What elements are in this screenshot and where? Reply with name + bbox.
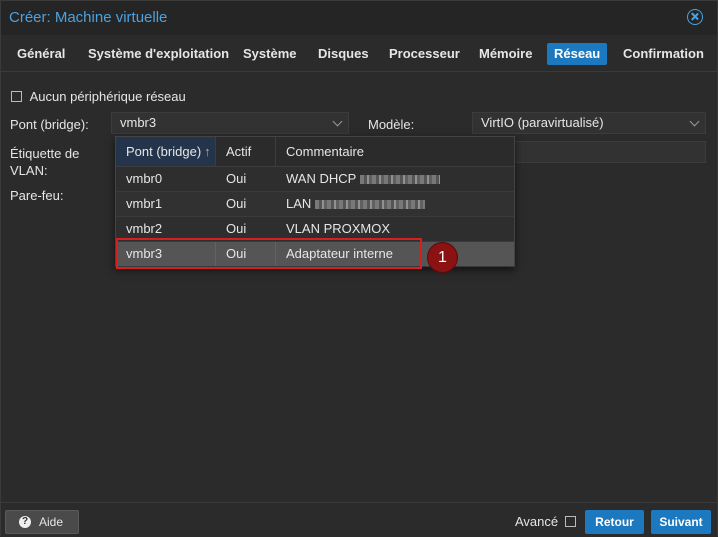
vlan-label-line1: Étiquette de bbox=[10, 146, 80, 161]
bridge-select[interactable]: vmbr3 bbox=[111, 112, 349, 134]
help-button[interactable]: ? Aide bbox=[5, 510, 79, 534]
bridge-cell: vmbr1 bbox=[126, 196, 163, 211]
next-button[interactable]: Suivant bbox=[651, 510, 711, 534]
no-network-label: Aucun périphérique réseau bbox=[29, 89, 186, 105]
create-vm-dialog: Créer: Machine virtuelle Général Système… bbox=[0, 0, 718, 537]
tab-os[interactable]: Système d'exploitation bbox=[81, 43, 236, 65]
chevron-down-icon[interactable] bbox=[689, 116, 700, 127]
dropdown-header: Pont (bridge) ↑ Actif Commentaire bbox=[116, 137, 514, 167]
close-icon[interactable] bbox=[687, 9, 703, 25]
redacted-text bbox=[315, 200, 426, 210]
table-row[interactable]: vmbr0 Oui WAN DHCP bbox=[116, 167, 514, 192]
tab-system[interactable]: Système bbox=[236, 43, 303, 65]
table-row[interactable]: vmbr1 Oui LAN bbox=[116, 192, 514, 217]
firewall-label: Pare-feu: bbox=[10, 188, 64, 203]
comment-cell: LAN bbox=[276, 192, 514, 216]
no-network-option[interactable]: Aucun périphérique réseau bbox=[11, 88, 186, 104]
title-bar: Créer: Machine virtuelle bbox=[1, 1, 717, 35]
question-icon: ? bbox=[19, 516, 31, 528]
vlan-label-line2: VLAN: bbox=[10, 163, 48, 178]
column-header-bridge-label: Pont (bridge) bbox=[126, 144, 202, 159]
no-network-checkbox[interactable] bbox=[11, 91, 22, 103]
advanced-checkbox[interactable] bbox=[564, 516, 576, 527]
back-button[interactable]: Retour bbox=[585, 510, 644, 534]
column-header-bridge[interactable]: Pont (bridge) ↑ bbox=[116, 137, 216, 166]
advanced-label: Avancé bbox=[515, 514, 559, 529]
tab-confirmation[interactable]: Confirmation bbox=[616, 43, 711, 65]
comment-text: LAN bbox=[286, 196, 312, 211]
redacted-text bbox=[360, 175, 441, 185]
column-header-active[interactable]: Actif bbox=[216, 137, 276, 166]
tab-general[interactable]: Général bbox=[10, 43, 72, 65]
comment-text: WAN DHCP bbox=[286, 171, 357, 186]
column-header-comment[interactable]: Commentaire bbox=[276, 137, 514, 166]
advanced-option[interactable]: Avancé bbox=[515, 514, 576, 529]
bridge-select-value: vmbr3 bbox=[120, 115, 157, 130]
chevron-down-icon[interactable] bbox=[332, 116, 343, 127]
help-label: Aide bbox=[39, 515, 64, 529]
annotation-callout-badge: 1 bbox=[428, 243, 457, 272]
tab-network[interactable]: Réseau bbox=[547, 43, 608, 65]
active-cell: Oui bbox=[226, 171, 247, 186]
bridge-cell: vmbr0 bbox=[126, 171, 163, 186]
model-select-value: VirtIO (paravirtualisé) bbox=[481, 115, 604, 130]
tab-disks[interactable]: Disques bbox=[311, 43, 376, 65]
sort-ascending-icon: ↑ bbox=[204, 144, 211, 159]
model-label: Modèle: bbox=[368, 117, 415, 132]
dialog-footer: ? Aide Avancé Retour Suivant bbox=[1, 502, 717, 537]
tab-memory[interactable]: Mémoire bbox=[472, 43, 539, 65]
comment-cell: WAN DHCP bbox=[276, 167, 514, 191]
wizard-tabs: Général Système d'exploitation Système D… bbox=[1, 35, 717, 72]
dialog-title: Créer: Machine virtuelle bbox=[9, 9, 168, 26]
model-select[interactable]: VirtIO (paravirtualisé) bbox=[472, 112, 706, 134]
tab-cpu[interactable]: Processeur bbox=[382, 43, 467, 65]
vlan-label: Étiquette de VLAN: bbox=[10, 145, 79, 179]
annotation-highlight-box bbox=[116, 238, 422, 269]
active-cell: Oui bbox=[226, 196, 247, 211]
bridge-label: Pont (bridge): bbox=[10, 117, 89, 132]
